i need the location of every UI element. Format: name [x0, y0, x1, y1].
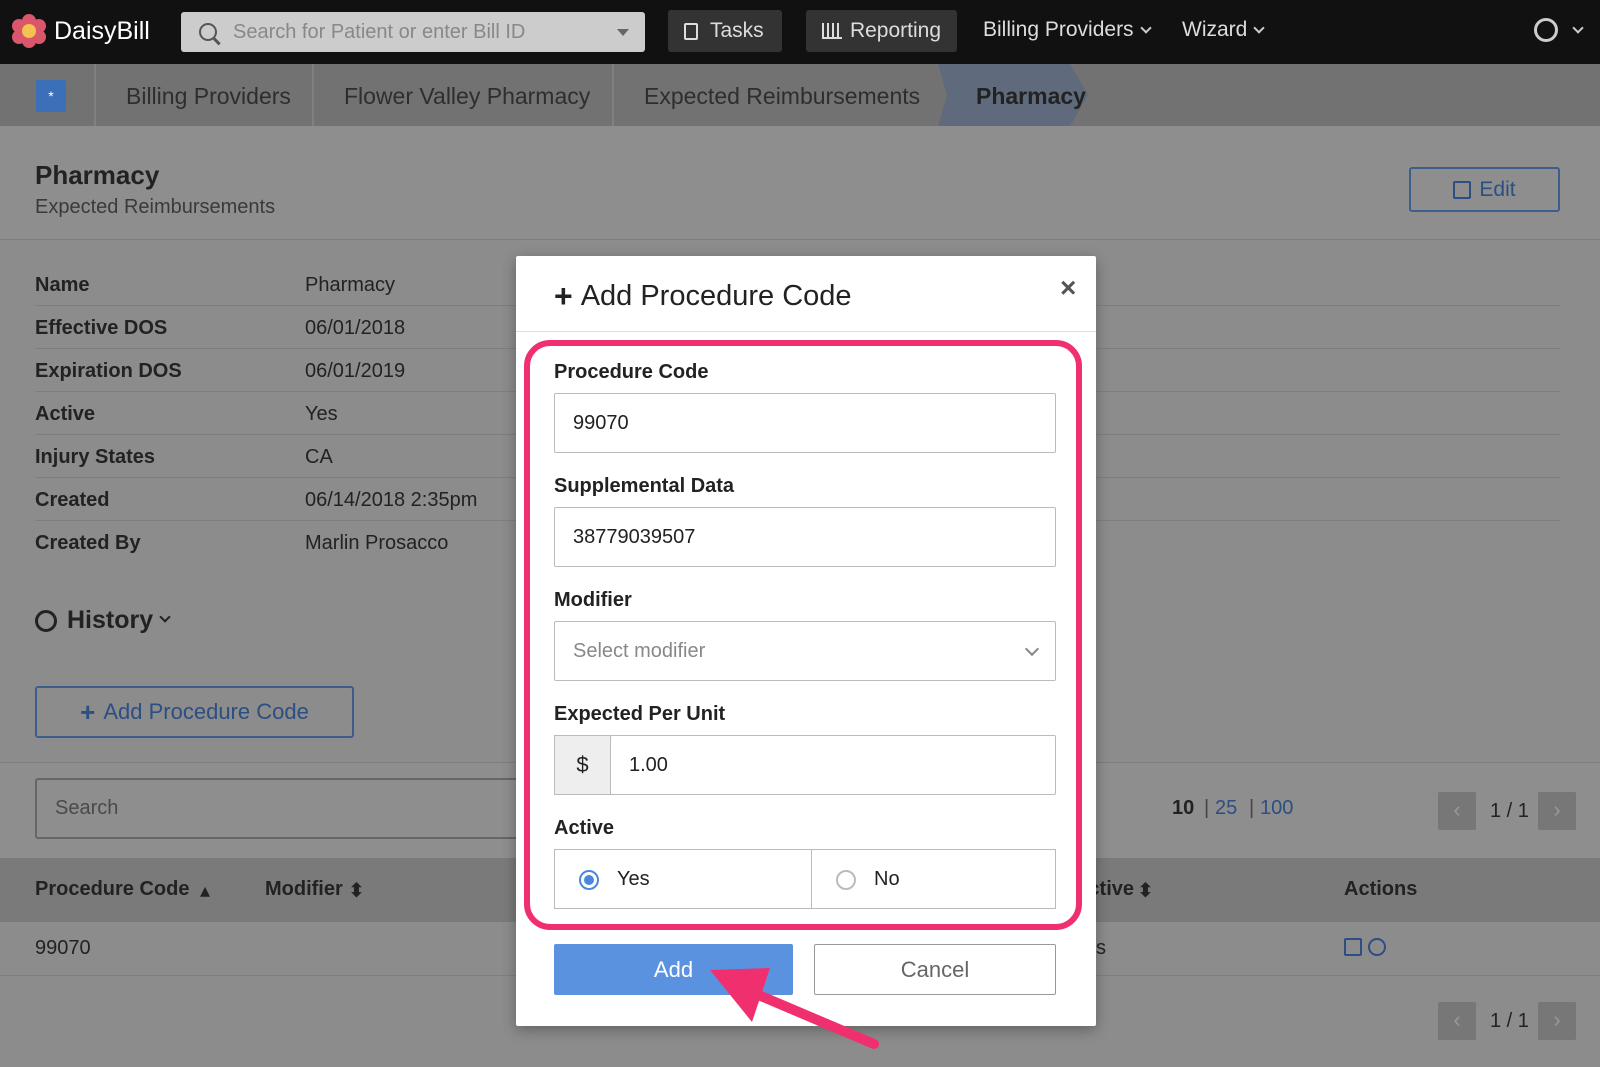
daisybill-logo[interactable]: DaisyBill — [12, 14, 150, 48]
wizard-menu[interactable]: Wizard — [1182, 18, 1266, 42]
plus-icon: + — [80, 696, 96, 727]
billing-providers-menu[interactable]: Billing Providers — [983, 18, 1152, 42]
column-modifier[interactable]: Modifier — [265, 878, 343, 901]
chevron-down-icon — [1253, 22, 1266, 34]
chevron-down-icon — [1024, 641, 1040, 657]
page-size-10[interactable]: 10 — [1172, 797, 1194, 820]
search-icon — [199, 23, 217, 41]
supplemental-data-input[interactable]: 38779039507 — [554, 507, 1056, 567]
provider-card-icon[interactable]: * — [36, 80, 66, 112]
list-search-input[interactable]: Search — [35, 778, 535, 839]
close-icon[interactable]: × — [1060, 272, 1076, 304]
reporting-button[interactable]: Reporting — [806, 10, 957, 52]
breadcrumb-billing-providers[interactable]: Billing Providers — [126, 83, 291, 110]
bar-chart-icon — [822, 23, 842, 39]
next-page-button-bottom[interactable]: › — [1538, 1002, 1576, 1040]
modifier-select[interactable]: Select modifier — [554, 621, 1056, 681]
procedure-code-input[interactable]: 99070 — [554, 393, 1056, 453]
edit-icon[interactable] — [1344, 938, 1362, 956]
tasks-button[interactable]: Tasks — [668, 10, 782, 52]
pager-label: 1 / 1 — [1490, 800, 1529, 822]
clipboard-icon — [684, 22, 698, 40]
app-name: DaisyBill — [54, 16, 150, 45]
add-procedure-code-modal: + Add Procedure Code × Procedure Code 99… — [516, 256, 1096, 1026]
page-title: Pharmacy — [35, 160, 160, 190]
history-icon[interactable] — [1368, 938, 1386, 956]
page-header — [0, 126, 1600, 240]
caret-down-icon — [617, 29, 629, 36]
radio-selected-icon — [579, 870, 599, 890]
user-account-icon[interactable] — [1534, 18, 1558, 42]
chevron-down-icon — [1139, 22, 1152, 34]
expected-per-unit-input[interactable]: 1.00 — [610, 735, 1056, 795]
modal-header: + Add Procedure Code × — [516, 256, 1096, 332]
cancel-button[interactable]: Cancel — [814, 944, 1056, 995]
page-subtitle: Expected Reimbursements — [35, 196, 276, 218]
sort-asc-icon: ▴ — [200, 880, 211, 902]
prev-page-button-bottom[interactable]: ‹ — [1438, 1002, 1476, 1040]
cell-procedure-code: 99070 — [35, 937, 91, 959]
modal-title: + Add Procedure Code — [554, 278, 852, 314]
page-size-100[interactable]: 100 — [1260, 797, 1293, 820]
next-page-button[interactable]: › — [1538, 792, 1576, 830]
top-navbar: DaisyBill Search for Patient or enter Bi… — [0, 0, 1600, 64]
cell-active: s — [1096, 937, 1106, 959]
modifier-label: Modifier — [554, 589, 632, 611]
breadcrumb-flower-valley-pharmacy[interactable]: Flower Valley Pharmacy — [344, 83, 590, 110]
daisy-flower-icon — [12, 14, 46, 48]
edit-icon — [1453, 180, 1472, 199]
currency-addon: $ — [554, 735, 611, 795]
add-procedure-code-button[interactable]: + Add Procedure Code — [35, 686, 354, 738]
search-placeholder: Search for Patient or enter Bill ID — [233, 20, 526, 43]
radio-unselected-icon — [836, 870, 856, 890]
expected-per-unit-label: Expected Per Unit — [554, 703, 726, 725]
page-size-25[interactable]: 25 — [1215, 797, 1237, 820]
active-label: Active — [554, 817, 615, 839]
patient-search-input[interactable]: Search for Patient or enter Bill ID — [181, 12, 645, 52]
plus-icon: + — [554, 278, 573, 314]
prev-page-button[interactable]: ‹ — [1438, 792, 1476, 830]
procedure-code-label: Procedure Code — [554, 361, 709, 383]
row-actions — [1344, 938, 1386, 956]
active-no-radio[interactable]: No — [811, 849, 1056, 909]
pager-label-bottom: 1 / 1 — [1490, 1010, 1529, 1032]
edit-button[interactable]: Edit — [1409, 167, 1560, 212]
sort-icon: ⬍ — [1137, 880, 1154, 902]
chevron-down-icon — [1572, 22, 1584, 34]
active-yes-radio[interactable]: Yes — [554, 849, 812, 909]
history-icon — [35, 609, 57, 632]
history-toggle[interactable]: History — [35, 606, 171, 635]
column-procedure-code[interactable]: Procedure Code — [35, 878, 189, 901]
sort-icon: ⬍ — [348, 880, 365, 902]
column-actions: Actions — [1344, 878, 1418, 900]
breadcrumb-pharmacy: Pharmacy — [976, 83, 1086, 109]
chevron-down-icon — [159, 610, 171, 623]
supplemental-data-label: Supplemental Data — [554, 475, 735, 497]
add-button[interactable]: Add — [554, 944, 793, 995]
breadcrumb-expected-reimbursements[interactable]: Expected Reimbursements — [644, 83, 920, 110]
